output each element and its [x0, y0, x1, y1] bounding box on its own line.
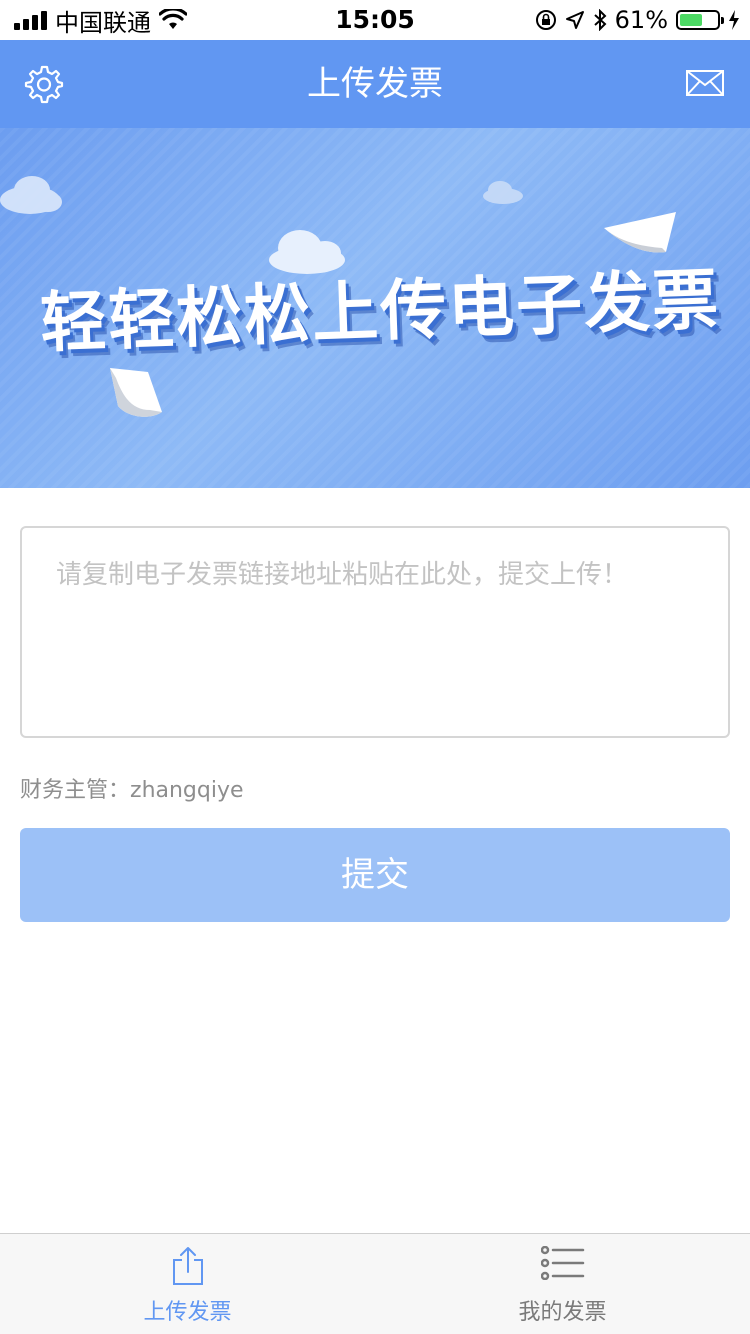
- promo-banner: 轻轻松松上传电子发票: [0, 128, 750, 488]
- status-bar: 中国联通 15:05 61%: [0, 0, 750, 40]
- paper-icon: [604, 212, 676, 253]
- tab-my-invoices-label: 我的发票: [518, 1300, 607, 1325]
- cloud-icon: [483, 181, 523, 204]
- submit-button[interactable]: 提交: [20, 828, 730, 922]
- list-icon: [540, 1246, 584, 1280]
- battery-percent: 61%: [614, 6, 668, 34]
- paper-icon: [110, 368, 162, 417]
- cloud-icon: [0, 176, 62, 214]
- finance-manager-value: zhangqiye: [130, 778, 244, 803]
- invoice-link-input[interactable]: [22, 528, 728, 736]
- status-bar-right: 61%: [535, 0, 740, 40]
- page-title: 上传发票: [307, 64, 443, 104]
- bluetooth-icon: [593, 9, 607, 31]
- mail-icon[interactable]: [686, 70, 724, 96]
- finance-manager-row: 财务主管：zhangqiye: [20, 772, 244, 804]
- tab-bar: 上传发票 我的发票: [0, 1233, 750, 1334]
- invoice-link-field[interactable]: [20, 526, 730, 738]
- tab-my-invoices[interactable]: 我的发票: [375, 1234, 750, 1334]
- charging-bolt-icon: [729, 10, 739, 30]
- tab-upload-label: 上传发票: [143, 1300, 232, 1325]
- upload-icon: [172, 1247, 203, 1285]
- battery-icon: [676, 10, 724, 30]
- orientation-lock-icon: [535, 10, 556, 30]
- tab-upload-invoice[interactable]: 上传发票: [0, 1234, 375, 1334]
- location-icon: [565, 11, 584, 29]
- nav-bar: 上传发票: [0, 40, 750, 128]
- battery-level: [680, 14, 702, 26]
- finance-manager-label: 财务主管：: [20, 778, 131, 803]
